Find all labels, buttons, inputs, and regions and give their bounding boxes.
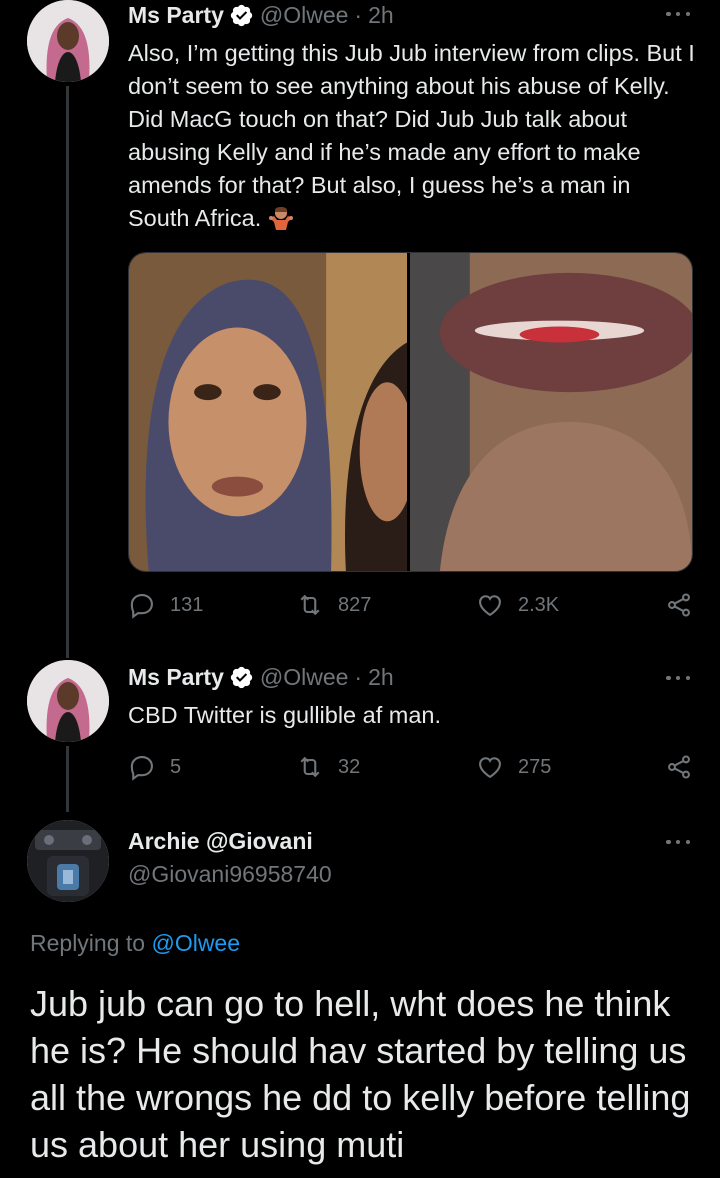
- tweet-actions: 131 827 2.3K: [128, 591, 693, 625]
- tweet-actions: 5 32 275: [128, 753, 693, 787]
- author-handle[interactable]: @Olwee: [260, 664, 349, 691]
- like-button[interactable]: 2.3K: [476, 591, 559, 619]
- thread-line: [66, 86, 69, 658]
- author-name[interactable]: Archie @Giovani: [128, 828, 313, 855]
- reply-button[interactable]: 5: [128, 753, 181, 781]
- separator-dot: ·: [354, 2, 363, 28]
- author-name[interactable]: Ms Party: [128, 664, 224, 691]
- tweet-text: Also, I’m getting this Jub Jub interview…: [128, 37, 698, 235]
- avatar-archie[interactable]: [27, 820, 109, 902]
- reply-text: Jub jub can go to hell, wht does he thin…: [30, 983, 691, 1165]
- avatar-image: [27, 820, 109, 902]
- retweet-icon: [300, 594, 320, 616]
- heart-icon: [479, 595, 501, 617]
- share-icon: [668, 593, 690, 617]
- share-button[interactable]: [665, 591, 693, 624]
- tweet-header: Ms Party @Olwee · 2h: [128, 2, 394, 29]
- replying-label: Replying to: [30, 930, 146, 956]
- mention-link[interactable]: @Olwee: [151, 930, 240, 956]
- tweet-body: Also, I’m getting this Jub Jub interview…: [128, 40, 702, 231]
- share-icon: [668, 755, 690, 779]
- tweet-text: CBD Twitter is gullible af man.: [128, 702, 442, 728]
- verified-badge-icon: [229, 665, 254, 690]
- person-shrugging-emoji: [268, 204, 294, 230]
- reply-icon: [130, 756, 153, 781]
- like-button[interactable]: 275: [476, 753, 551, 781]
- retweet-count: 827: [338, 593, 372, 616]
- tweet-header: Ms Party @Olwee · 2h: [128, 664, 394, 691]
- thread-line: [66, 746, 69, 812]
- replying-to: Replying to @Olwee: [30, 930, 240, 957]
- author-name[interactable]: Ms Party: [128, 2, 224, 29]
- retweet-count: 32: [338, 755, 361, 778]
- retweet-button[interactable]: 32: [296, 753, 360, 781]
- like-count: 2.3K: [518, 593, 560, 616]
- lips-photo[interactable]: [410, 253, 692, 571]
- tweet-time[interactable]: 2h: [368, 2, 394, 29]
- heart-icon: [479, 757, 501, 779]
- tweet-time[interactable]: 2h: [368, 664, 394, 691]
- avatar-ms-party[interactable]: [27, 0, 109, 82]
- share-button[interactable]: [665, 753, 693, 786]
- reply-icon: [130, 594, 153, 619]
- retweet-icon: [300, 756, 320, 778]
- like-count: 275: [518, 755, 552, 778]
- author-handle[interactable]: @Giovani96958740: [128, 861, 332, 888]
- media-grid[interactable]: [128, 252, 693, 572]
- retweet-button[interactable]: 827: [296, 591, 371, 619]
- more-options-icon[interactable]: [666, 10, 690, 18]
- verified-badge-icon: [229, 3, 254, 28]
- more-options-icon[interactable]: [666, 838, 690, 846]
- avatar-image: [27, 0, 109, 82]
- avatar-image: [27, 660, 109, 742]
- reply-button[interactable]: 131: [128, 591, 203, 619]
- more-options-icon[interactable]: [666, 674, 690, 682]
- reply-count: 5: [170, 755, 182, 778]
- author-handle[interactable]: @Olwee: [260, 2, 349, 29]
- avatar-ms-party[interactable]: [27, 660, 109, 742]
- separator-dot: ·: [354, 664, 363, 690]
- face-photo[interactable]: [129, 253, 410, 571]
- reply-count: 131: [170, 593, 204, 616]
